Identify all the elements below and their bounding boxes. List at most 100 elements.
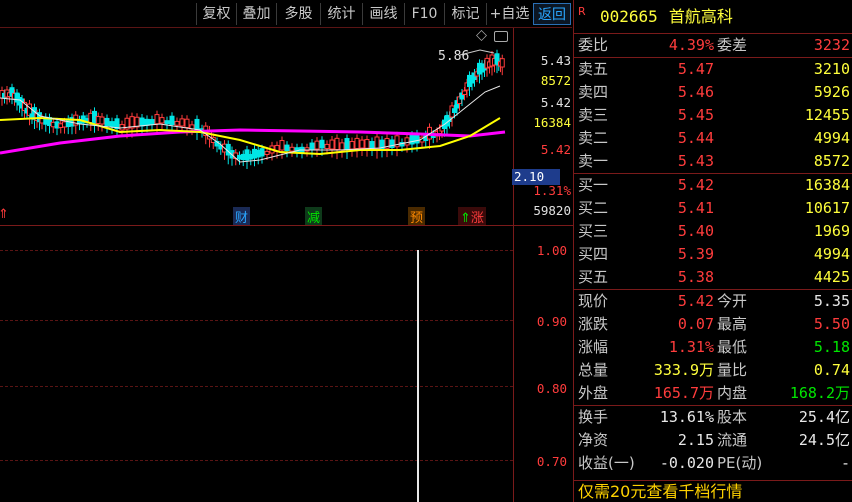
bid-row[interactable]: 买二 5.41 10617 <box>574 197 852 220</box>
chart-toolbar: 复权 叠加 多股 统计 画线 F10 标记 +自选 返回 <box>0 0 572 28</box>
indicator-axis: 1.00 0.90 0.80 0.70 <box>513 226 573 502</box>
candle-body <box>314 140 320 150</box>
candle-body <box>174 120 180 126</box>
ask-row-label2: 5926 <box>813 83 850 101</box>
ask-row[interactable]: 卖五 5.47 3210 <box>574 58 852 81</box>
candle-body <box>364 139 370 149</box>
bid-row-label: 买一 <box>578 176 609 194</box>
candlestick-chart[interactable]: 5.86 ⇑ 财 减 预 ⇑涨 <box>0 28 513 225</box>
indicator-bar <box>417 250 419 502</box>
stat-row-label: 外盘 <box>578 384 609 402</box>
depth-promo-link[interactable]: 仅需20元查看千档行情 <box>574 480 852 502</box>
candle-body <box>354 137 360 150</box>
axis-last-price: 5.42 <box>540 142 571 157</box>
back-button[interactable]: 返回 <box>533 3 571 25</box>
candle-body <box>339 142 345 151</box>
stat-row-value: 0.07 <box>677 315 714 333</box>
overlay-button[interactable]: 叠加 <box>236 3 276 25</box>
bid-row[interactable]: 买一 5.42 16384 <box>574 174 852 197</box>
stat-row-label2: 最高 <box>717 315 748 333</box>
stat-row[interactable]: 现价 5.42 今开 5.35 <box>574 290 852 313</box>
candle-body <box>369 141 375 149</box>
candle-body <box>349 141 355 150</box>
bid-row-value: 5.41 <box>677 199 714 217</box>
candle-body <box>409 134 415 145</box>
candle-body <box>374 136 380 150</box>
stat-row-label: 收益(一) <box>578 454 635 472</box>
bid-row-label2: 4425 <box>813 268 850 286</box>
f10-button[interactable]: F10 <box>404 3 444 25</box>
quote-panel: R 002665 首航高科 委比 4.39% 委差 3232 卖五 5.47 321… <box>573 0 852 502</box>
candle-body <box>149 119 155 126</box>
fuquan-button[interactable]: 复权 <box>196 3 236 25</box>
ask-row[interactable]: 卖一 5.43 8572 <box>574 150 852 173</box>
ask-row-label: 卖五 <box>578 60 609 78</box>
add-watchlist-button[interactable]: +自选 <box>486 3 532 25</box>
candle-body <box>184 118 190 129</box>
stat-row[interactable]: 收益(一) -0.020 PE(动) - <box>574 452 852 475</box>
stat-row[interactable]: 涨幅 1.31% 最低 5.18 <box>574 336 852 359</box>
bid-row[interactable]: 买三 5.40 1969 <box>574 220 852 243</box>
weicha-value: 3232 <box>813 36 850 54</box>
event-marker-reduce[interactable]: 减 <box>305 207 323 225</box>
ask-row[interactable]: 卖二 5.44 4994 <box>574 127 852 150</box>
axis-ask1-price: 5.43 <box>540 53 571 68</box>
weibi-row: 委比 4.39% 委差 3232 <box>574 34 852 57</box>
kline-svg <box>0 49 506 170</box>
stat-row-label2: PE(动) <box>717 454 763 472</box>
candle-body <box>144 118 150 126</box>
stat-row-value: 333.9万 <box>653 361 714 379</box>
candle-body <box>114 118 120 129</box>
stat-row[interactable]: 换手 13.61% 股本 25.4亿 <box>574 406 852 429</box>
bid-row-value: 5.39 <box>677 245 714 263</box>
marker-text: 预 <box>410 211 424 225</box>
stat-row[interactable]: 外盘 165.7万 内盘 168.2万 <box>574 382 852 405</box>
stat-row-value: 165.7万 <box>653 384 714 402</box>
candle-body <box>334 137 340 150</box>
candle-body <box>159 117 165 124</box>
ask-row[interactable]: 卖三 5.45 12455 <box>574 104 852 127</box>
stat-row-label: 净资 <box>578 431 609 449</box>
candle-body <box>344 138 350 150</box>
stat-row-value: 13.61% <box>659 408 714 426</box>
weibi-label: 委比 <box>578 36 609 54</box>
event-marker-partial[interactable]: ⇑ <box>0 207 11 222</box>
indicator-axis-label: 0.90 <box>536 314 567 329</box>
bid-row-label: 买四 <box>578 245 609 263</box>
ask-row-label: 卖四 <box>578 83 609 101</box>
candle-body <box>309 142 315 151</box>
statistics-button[interactable]: 统计 <box>320 3 362 25</box>
indicator-axis-label: 0.80 <box>536 381 567 396</box>
stat-row-value: 5.42 <box>677 292 714 310</box>
candle-body <box>284 144 290 151</box>
ask-row[interactable]: 卖四 5.46 5926 <box>574 81 852 104</box>
stat-row-value2: - <box>840 454 850 472</box>
stock-header[interactable]: R 002665 首航高科 <box>574 0 852 33</box>
candle-body <box>104 117 110 127</box>
stat-row[interactable]: 涨跌 0.07 最高 5.50 <box>574 313 852 336</box>
multi-stock-button[interactable]: 多股 <box>276 3 320 25</box>
mark-button[interactable]: 标记 <box>444 3 486 25</box>
window-toggle-icon[interactable] <box>494 31 508 42</box>
ask-row-value: 5.44 <box>677 129 714 147</box>
event-marker-rise[interactable]: ⇑涨 <box>458 207 486 225</box>
bid-row[interactable]: 买四 5.39 4994 <box>574 243 852 266</box>
stat-row[interactable]: 总量 333.9万 量比 0.74 <box>574 359 852 382</box>
candle-body <box>259 148 265 157</box>
bid-row-value: 5.38 <box>677 268 714 286</box>
price-axis: 5.43 8572 5.42 16384 5.42 2.10 1.31% 598… <box>512 28 573 225</box>
event-marker-finance[interactable]: 财 <box>233 207 251 225</box>
ask-row-label: 卖二 <box>578 129 609 147</box>
stat-row-value2: 5.50 <box>813 315 850 333</box>
stats-list-2: 换手 13.61% 股本 25.4亿 净资 2.15 流通 24.5亿 收益(一) -0.020 P… <box>574 406 852 475</box>
ask-list: 卖五 5.47 3210 卖四 5.46 5926 卖三 5.45 12455 卖二 5.44 499… <box>574 58 852 173</box>
event-marker-forecast[interactable]: 预 <box>408 207 426 225</box>
candle-body <box>264 150 270 155</box>
draw-line-button[interactable]: 画线 <box>362 3 404 25</box>
grid-line <box>0 386 513 387</box>
stock-name: 首航高科 <box>668 7 733 26</box>
candle-body <box>164 120 170 125</box>
bid-row[interactable]: 买五 5.38 4425 <box>574 266 852 289</box>
indicator-chart[interactable] <box>0 226 513 502</box>
stat-row[interactable]: 净资 2.15 流通 24.5亿 <box>574 429 852 452</box>
